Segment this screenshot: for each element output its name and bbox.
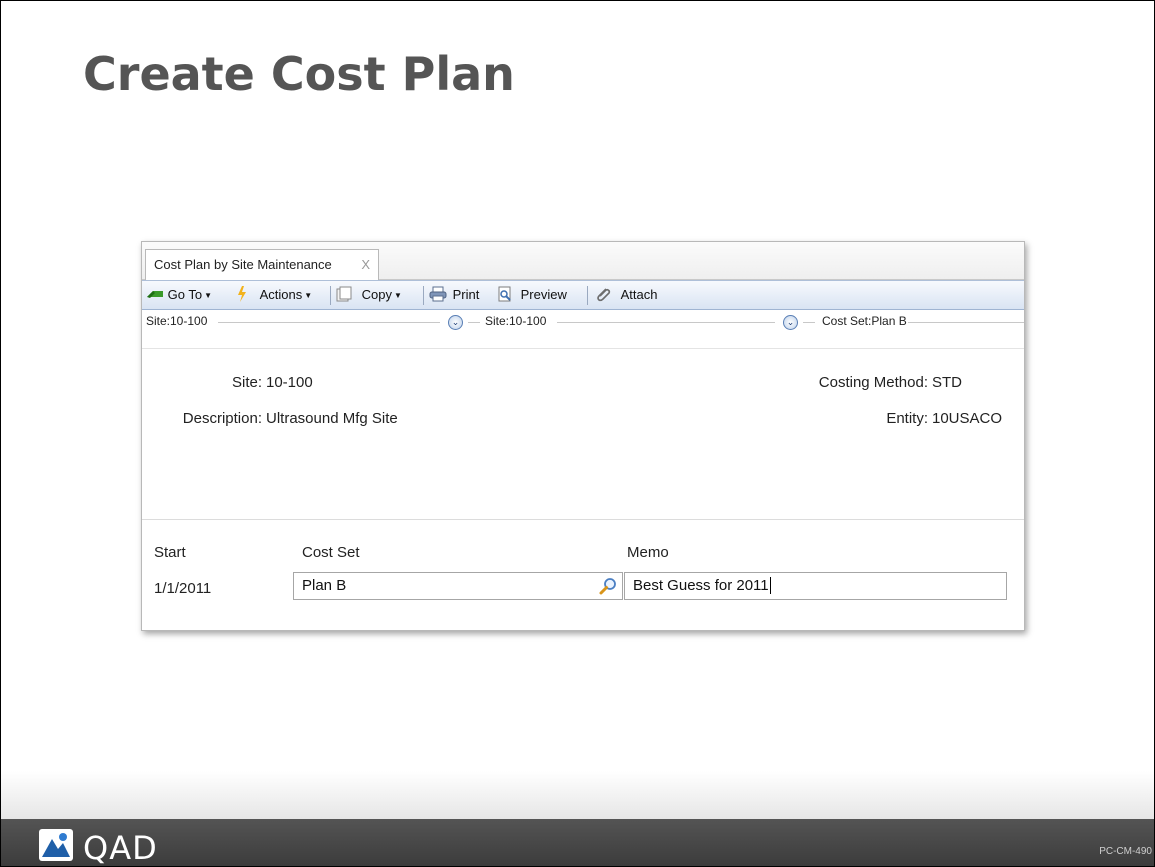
- footer: QAD PC-CM-490: [1, 819, 1154, 867]
- copy-icon: [336, 286, 352, 302]
- chevron-down-icon: ▼: [393, 291, 402, 300]
- divider: [557, 322, 775, 323]
- toolbar-separator: [423, 286, 424, 305]
- breadcrumb: Site:10-100 ⌄ Site:10-100 ⌄ Cost Set:Pla…: [142, 311, 1024, 333]
- tab-label: Cost Plan by Site Maintenance: [154, 257, 332, 272]
- expand-chevron-icon[interactable]: ⌄: [783, 315, 798, 330]
- tab-cost-plan-by-site[interactable]: Cost Plan by Site Maintenance X: [145, 249, 379, 280]
- entity-label: Entity:: [886, 410, 928, 427]
- memo-input[interactable]: Best Guess for 2011: [624, 572, 1007, 600]
- slide: Create Cost Plan Cost Plan by Site Maint…: [0, 0, 1155, 867]
- entity-value: 10USACO: [932, 410, 1003, 427]
- site-value: 10-100: [266, 374, 313, 391]
- brand-logo-text: QAD: [83, 829, 158, 867]
- section-divider: [142, 519, 1024, 520]
- paperclip-icon: [597, 288, 611, 302]
- expand-chevron-icon[interactable]: ⌄: [448, 315, 463, 330]
- preview-button[interactable]: Preview: [497, 281, 567, 309]
- chevron-down-icon: ▼: [204, 291, 212, 300]
- breadcrumb-cost-set: Cost Set:Plan B: [822, 314, 907, 328]
- description-label: Description:: [182, 410, 262, 427]
- close-icon[interactable]: X: [361, 250, 370, 280]
- column-header-memo: Memo: [627, 544, 669, 561]
- divider: [468, 322, 480, 323]
- toolbar-separator: [587, 286, 588, 305]
- cost-set-input[interactable]: Plan B: [293, 572, 623, 600]
- goto-arrow-icon: [147, 291, 163, 298]
- toolbar: Go To ▼ Actions ▼ Copy ▼ Print Preview A…: [142, 280, 1024, 310]
- attach-button[interactable]: Attach: [595, 281, 657, 309]
- costing-method-label: Costing Method:: [818, 374, 928, 391]
- footer-shade: [1, 771, 1154, 819]
- start-date-cell: 1/1/2011: [154, 580, 212, 597]
- slide-title: Create Cost Plan: [83, 47, 515, 101]
- breadcrumb-site-2: Site:10-100: [485, 314, 547, 328]
- chevron-down-icon: ▼: [304, 291, 313, 300]
- site-label: Site:: [231, 374, 262, 391]
- tab-strip: Cost Plan by Site Maintenance X: [142, 242, 1024, 280]
- column-header-start: Start: [154, 544, 186, 561]
- preview-icon: [498, 286, 511, 302]
- slide-code: PC-CM-490: [1099, 846, 1152, 857]
- text-cursor: [769, 577, 771, 594]
- qad-logo-icon: [39, 829, 73, 861]
- app-window: Cost Plan by Site Maintenance X Go To ▼ A…: [141, 241, 1025, 631]
- column-header-cost-set: Cost Set: [302, 544, 360, 561]
- section-divider: [142, 348, 1024, 349]
- description-value: Ultrasound Mfg Site: [266, 410, 398, 427]
- divider: [218, 322, 440, 323]
- divider: [803, 322, 815, 323]
- divider: [908, 322, 1024, 323]
- copy-button[interactable]: Copy ▼: [336, 281, 402, 309]
- actions-button[interactable]: Actions ▼: [236, 281, 312, 309]
- printer-icon: [429, 286, 447, 302]
- costing-method-value: STD: [932, 374, 962, 391]
- breadcrumb-site: Site:10-100: [146, 314, 208, 328]
- toolbar-separator: [330, 286, 331, 305]
- print-button[interactable]: Print: [429, 281, 479, 309]
- goto-button[interactable]: Go To ▼: [146, 281, 212, 309]
- lookup-search-icon[interactable]: [598, 576, 618, 596]
- lightning-icon: [238, 286, 246, 302]
